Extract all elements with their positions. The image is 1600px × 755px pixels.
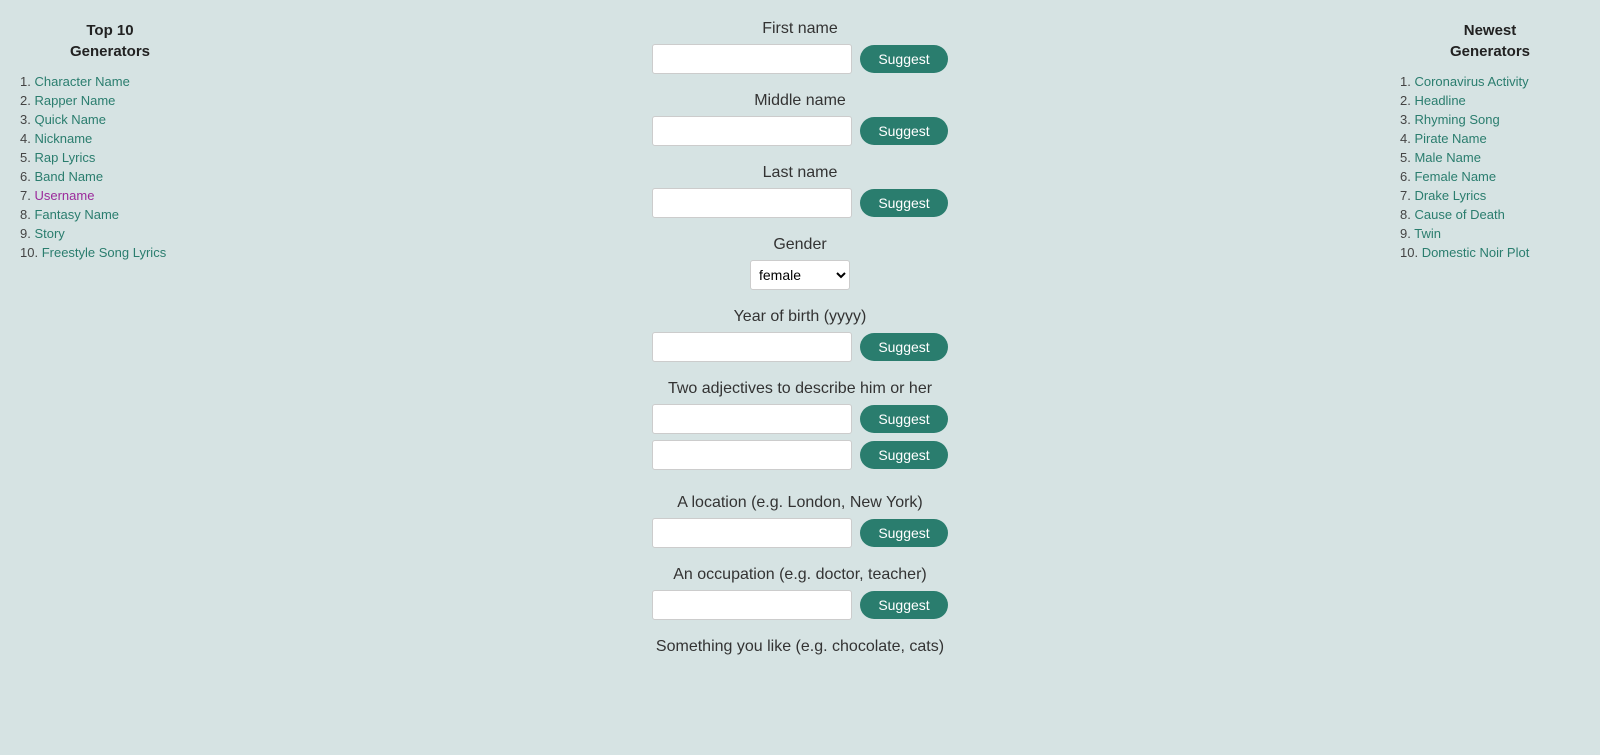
sidebar-item-cause-of-death[interactable]: Cause of Death bbox=[1414, 207, 1504, 222]
adjective-2-input[interactable] bbox=[652, 440, 852, 470]
list-item: 10. Domestic Noir Plot bbox=[1400, 245, 1580, 260]
list-item: 3. Quick Name bbox=[20, 112, 200, 127]
middle-name-group: Middle name Suggest bbox=[240, 92, 1360, 146]
year-of-birth-group: Year of birth (yyyy) Suggest bbox=[240, 308, 1360, 362]
location-suggest-button[interactable]: Suggest bbox=[860, 519, 947, 547]
list-item: 5. Rap Lyrics bbox=[20, 150, 200, 165]
location-input[interactable] bbox=[652, 518, 852, 548]
location-label: A location (e.g. London, New York) bbox=[677, 494, 923, 512]
list-item: 2. Rapper Name bbox=[20, 93, 200, 108]
sidebar-item-story[interactable]: Story bbox=[34, 226, 64, 241]
something-like-group: Something you like (e.g. chocolate, cats… bbox=[240, 638, 1360, 662]
sidebar-item-rhyming-song[interactable]: Rhyming Song bbox=[1414, 112, 1499, 127]
sidebar-item-coronavirus-activity[interactable]: Coronavirus Activity bbox=[1414, 74, 1528, 89]
last-name-group: Last name Suggest bbox=[240, 164, 1360, 218]
list-item: 2. Headline bbox=[1400, 93, 1580, 108]
list-item: 3. Rhyming Song bbox=[1400, 112, 1580, 127]
sidebar-item-twin[interactable]: Twin bbox=[1414, 226, 1441, 241]
first-name-label: First name bbox=[762, 20, 838, 38]
adjective-1-suggest-button[interactable]: Suggest bbox=[860, 405, 947, 433]
occupation-label: An occupation (e.g. doctor, teacher) bbox=[673, 566, 926, 584]
sidebar-item-fantasy-name[interactable]: Fantasy Name bbox=[34, 207, 119, 222]
adjectives-group: Two adjectives to describe him or her Su… bbox=[240, 380, 1360, 476]
sidebar-item-character-name[interactable]: Character Name bbox=[34, 74, 129, 89]
sidebar-item-drake-lyrics[interactable]: Drake Lyrics bbox=[1414, 188, 1486, 203]
sidebar-item-nickname[interactable]: Nickname bbox=[34, 131, 92, 146]
list-item: 4. Nickname bbox=[20, 131, 200, 146]
sidebar-item-quick-name[interactable]: Quick Name bbox=[34, 112, 106, 127]
list-item: 6. Band Name bbox=[20, 169, 200, 184]
sidebar-item-headline[interactable]: Headline bbox=[1414, 93, 1465, 108]
list-item: 7. Username bbox=[20, 188, 200, 203]
last-name-suggest-button[interactable]: Suggest bbox=[860, 189, 947, 217]
page-wrapper: Top 10Generators 1. Character Name 2. Ra… bbox=[0, 0, 1600, 755]
first-name-group: First name Suggest bbox=[240, 20, 1360, 74]
sidebar-right-title: NewestGenerators bbox=[1400, 20, 1580, 62]
newest-generators-list: 1. Coronavirus Activity 2. Headline 3. R… bbox=[1400, 74, 1580, 260]
sidebar-item-female-name[interactable]: Female Name bbox=[1414, 169, 1496, 184]
list-item: 9. Twin bbox=[1400, 226, 1580, 241]
list-item: 8. Fantasy Name bbox=[20, 207, 200, 222]
adjective-2-suggest-button[interactable]: Suggest bbox=[860, 441, 947, 469]
last-name-row: Suggest bbox=[652, 188, 947, 218]
occupation-group: An occupation (e.g. doctor, teacher) Sug… bbox=[240, 566, 1360, 620]
middle-name-row: Suggest bbox=[652, 116, 947, 146]
gender-label: Gender bbox=[773, 236, 826, 254]
sidebar-right: NewestGenerators 1. Coronavirus Activity… bbox=[1380, 0, 1600, 755]
gender-select[interactable]: female male bbox=[750, 260, 850, 290]
adjectives-label: Two adjectives to describe him or her bbox=[668, 380, 932, 398]
something-like-label: Something you like (e.g. chocolate, cats… bbox=[656, 638, 944, 656]
year-of-birth-input[interactable] bbox=[652, 332, 852, 362]
adjective-row-2: Suggest bbox=[652, 440, 947, 470]
adjective-1-input[interactable] bbox=[652, 404, 852, 434]
gender-row: female male bbox=[750, 260, 850, 290]
list-item: 1. Coronavirus Activity bbox=[1400, 74, 1580, 89]
middle-name-label: Middle name bbox=[754, 92, 846, 110]
middle-name-suggest-button[interactable]: Suggest bbox=[860, 117, 947, 145]
sidebar-left: Top 10Generators 1. Character Name 2. Ra… bbox=[0, 0, 220, 755]
adjective-row-1: Suggest bbox=[652, 404, 947, 434]
list-item: 8. Cause of Death bbox=[1400, 207, 1580, 222]
sidebar-item-male-name[interactable]: Male Name bbox=[1414, 150, 1480, 165]
year-of-birth-label: Year of birth (yyyy) bbox=[734, 308, 867, 326]
occupation-input[interactable] bbox=[652, 590, 852, 620]
sidebar-left-title: Top 10Generators bbox=[20, 20, 200, 62]
first-name-suggest-button[interactable]: Suggest bbox=[860, 45, 947, 73]
first-name-input[interactable] bbox=[652, 44, 852, 74]
sidebar-item-rap-lyrics[interactable]: Rap Lyrics bbox=[34, 150, 95, 165]
location-row: Suggest bbox=[652, 518, 947, 548]
last-name-label: Last name bbox=[763, 164, 838, 182]
sidebar-item-pirate-name[interactable]: Pirate Name bbox=[1414, 131, 1486, 146]
list-item: 6. Female Name bbox=[1400, 169, 1580, 184]
year-of-birth-row: Suggest bbox=[652, 332, 947, 362]
location-group: A location (e.g. London, New York) Sugge… bbox=[240, 494, 1360, 548]
gender-group: Gender female male bbox=[240, 236, 1360, 290]
sidebar-item-freestyle-song-lyrics[interactable]: Freestyle Song Lyrics bbox=[42, 245, 167, 260]
first-name-row: Suggest bbox=[652, 44, 947, 74]
occupation-suggest-button[interactable]: Suggest bbox=[860, 591, 947, 619]
list-item: 9. Story bbox=[20, 226, 200, 241]
occupation-row: Suggest bbox=[652, 590, 947, 620]
sidebar-item-domestic-noir-plot[interactable]: Domestic Noir Plot bbox=[1422, 245, 1530, 260]
sidebar-item-username[interactable]: Username bbox=[34, 188, 94, 203]
top-generators-list: 1. Character Name 2. Rapper Name 3. Quic… bbox=[20, 74, 200, 260]
sidebar-item-rapper-name[interactable]: Rapper Name bbox=[34, 93, 115, 108]
main-content: First name Suggest Middle name Suggest L… bbox=[220, 0, 1380, 755]
middle-name-input[interactable] bbox=[652, 116, 852, 146]
list-item: 5. Male Name bbox=[1400, 150, 1580, 165]
sidebar-item-band-name[interactable]: Band Name bbox=[34, 169, 103, 184]
list-item: 1. Character Name bbox=[20, 74, 200, 89]
last-name-input[interactable] bbox=[652, 188, 852, 218]
list-item: 7. Drake Lyrics bbox=[1400, 188, 1580, 203]
year-of-birth-suggest-button[interactable]: Suggest bbox=[860, 333, 947, 361]
list-item: 4. Pirate Name bbox=[1400, 131, 1580, 146]
list-item: 10. Freestyle Song Lyrics bbox=[20, 245, 200, 260]
